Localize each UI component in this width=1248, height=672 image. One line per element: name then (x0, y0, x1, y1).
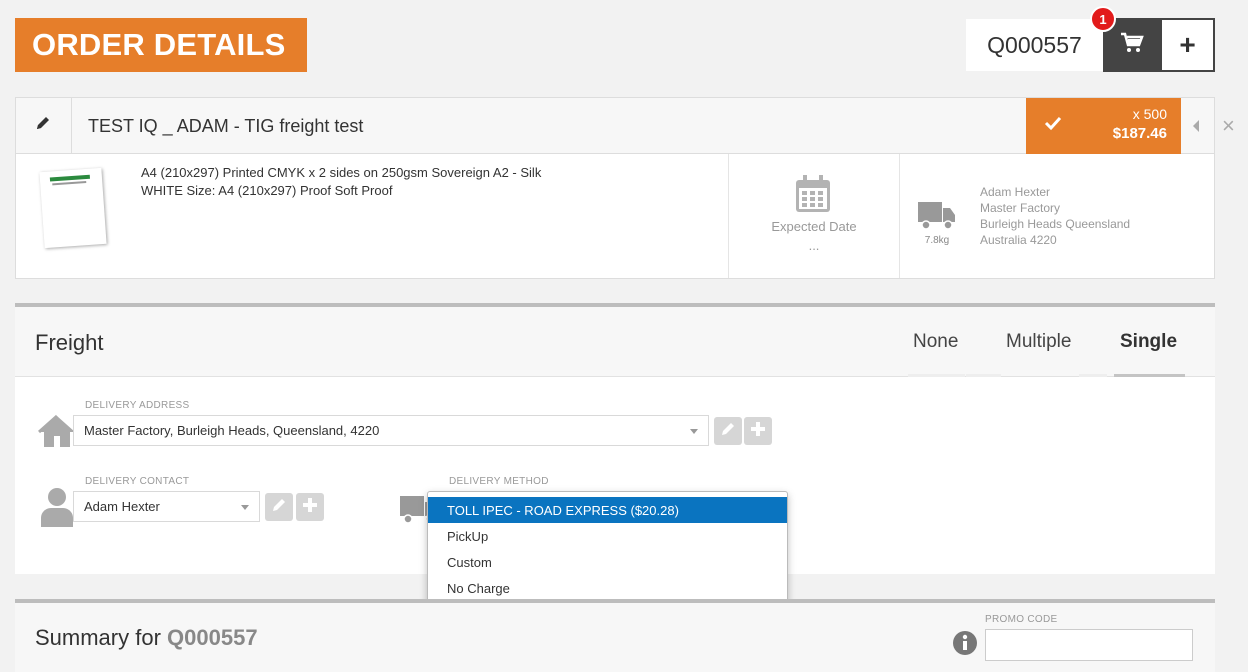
collapse-arrow-icon[interactable] (1193, 120, 1199, 132)
promo-code-input[interactable] (985, 629, 1193, 661)
delivery-option[interactable]: No Charge (428, 575, 787, 601)
weight-label: 7.8kg (924, 235, 950, 246)
chevron-down-icon (690, 429, 698, 434)
item-title: TEST IQ _ ADAM - TIG freight test (88, 116, 364, 136)
shipping-address: Adam Hexter Master Factory Burleigh Head… (980, 184, 1130, 248)
item-quantity: x 500 (1132, 106, 1167, 122)
edit-item-button[interactable] (15, 97, 72, 154)
pencil-icon (271, 497, 287, 518)
page-title: ORDER DETAILS (15, 18, 307, 72)
address-line: Master Factory (980, 201, 1061, 215)
delivery-method-label: DELIVERY METHOD (449, 476, 549, 487)
add-button[interactable]: + (1160, 18, 1215, 72)
tab-multiple[interactable]: Multiple (1006, 331, 1071, 353)
calendar-icon (795, 175, 831, 218)
expected-date-label: Expected Date (771, 219, 857, 234)
summary-title-prefix: Summary for (35, 625, 161, 650)
delivery-address-value: Master Factory, Burleigh Heads, Queensla… (84, 423, 380, 438)
address-line: Burleigh Heads Queensland (980, 217, 1131, 231)
cart-icon (1120, 32, 1144, 59)
delivery-address-label: DELIVERY ADDRESS (85, 400, 190, 411)
product-thumbnail (39, 167, 107, 249)
plus-icon (750, 421, 766, 442)
summary-title: Summary for Q000557 (35, 625, 258, 651)
order-number: Q000557 (966, 19, 1103, 71)
delivery-option[interactable]: PickUp (428, 523, 787, 549)
info-icon[interactable] (952, 630, 978, 661)
add-contact-button[interactable] (296, 493, 324, 521)
home-icon (37, 414, 77, 453)
delivery-contact-value: Adam Hexter (84, 499, 160, 514)
edit-address-button[interactable] (714, 417, 742, 445)
address-line: Adam Hexter (980, 185, 1051, 199)
delivery-method-dropdown[interactable]: TOLL IPEC - ROAD EXPRESS ($20.28) PickUp… (427, 491, 788, 610)
delivery-address-select[interactable]: Master Factory, Burleigh Heads, Queensla… (73, 415, 709, 446)
check-icon (1044, 115, 1062, 136)
delivery-option[interactable]: Custom (428, 549, 787, 575)
truck-icon (918, 200, 956, 237)
tab-single[interactable]: Single (1120, 331, 1177, 353)
pencil-icon (35, 115, 51, 136)
description-line: A4 (210x297) Printed CMYK x 2 sides on 2… (141, 165, 542, 180)
item-price: $187.46 (1112, 125, 1167, 142)
address-line: Australia 4220 (980, 233, 1057, 247)
delivery-option[interactable]: TOLL IPEC - ROAD EXPRESS ($20.28) (428, 497, 787, 523)
expected-date-value: ... (808, 238, 820, 253)
delivery-contact-select[interactable]: Adam Hexter (73, 491, 260, 522)
cart-count-badge: 1 (1090, 6, 1116, 32)
item-description: A4 (210x297) Printed CMYK x 2 sides on 2… (141, 164, 561, 200)
pencil-icon (720, 421, 736, 442)
close-icon[interactable]: × (1222, 113, 1235, 139)
summary-order-number: Q000557 (167, 625, 258, 650)
chevron-down-icon (241, 505, 249, 510)
plus-icon (302, 497, 318, 518)
edit-contact-button[interactable] (265, 493, 293, 521)
user-icon (40, 487, 74, 532)
freight-title: Freight (35, 330, 104, 355)
promo-code-label: PROMO CODE (985, 614, 1058, 625)
delivery-contact-label: DELIVERY CONTACT (85, 476, 190, 487)
description-line: WHITE Size: A4 (210x297) Proof Soft Proo… (141, 183, 393, 198)
tab-none[interactable]: None (913, 331, 958, 353)
add-address-button[interactable] (744, 417, 772, 445)
price-box[interactable]: x 500 $187.46 (1026, 98, 1181, 154)
